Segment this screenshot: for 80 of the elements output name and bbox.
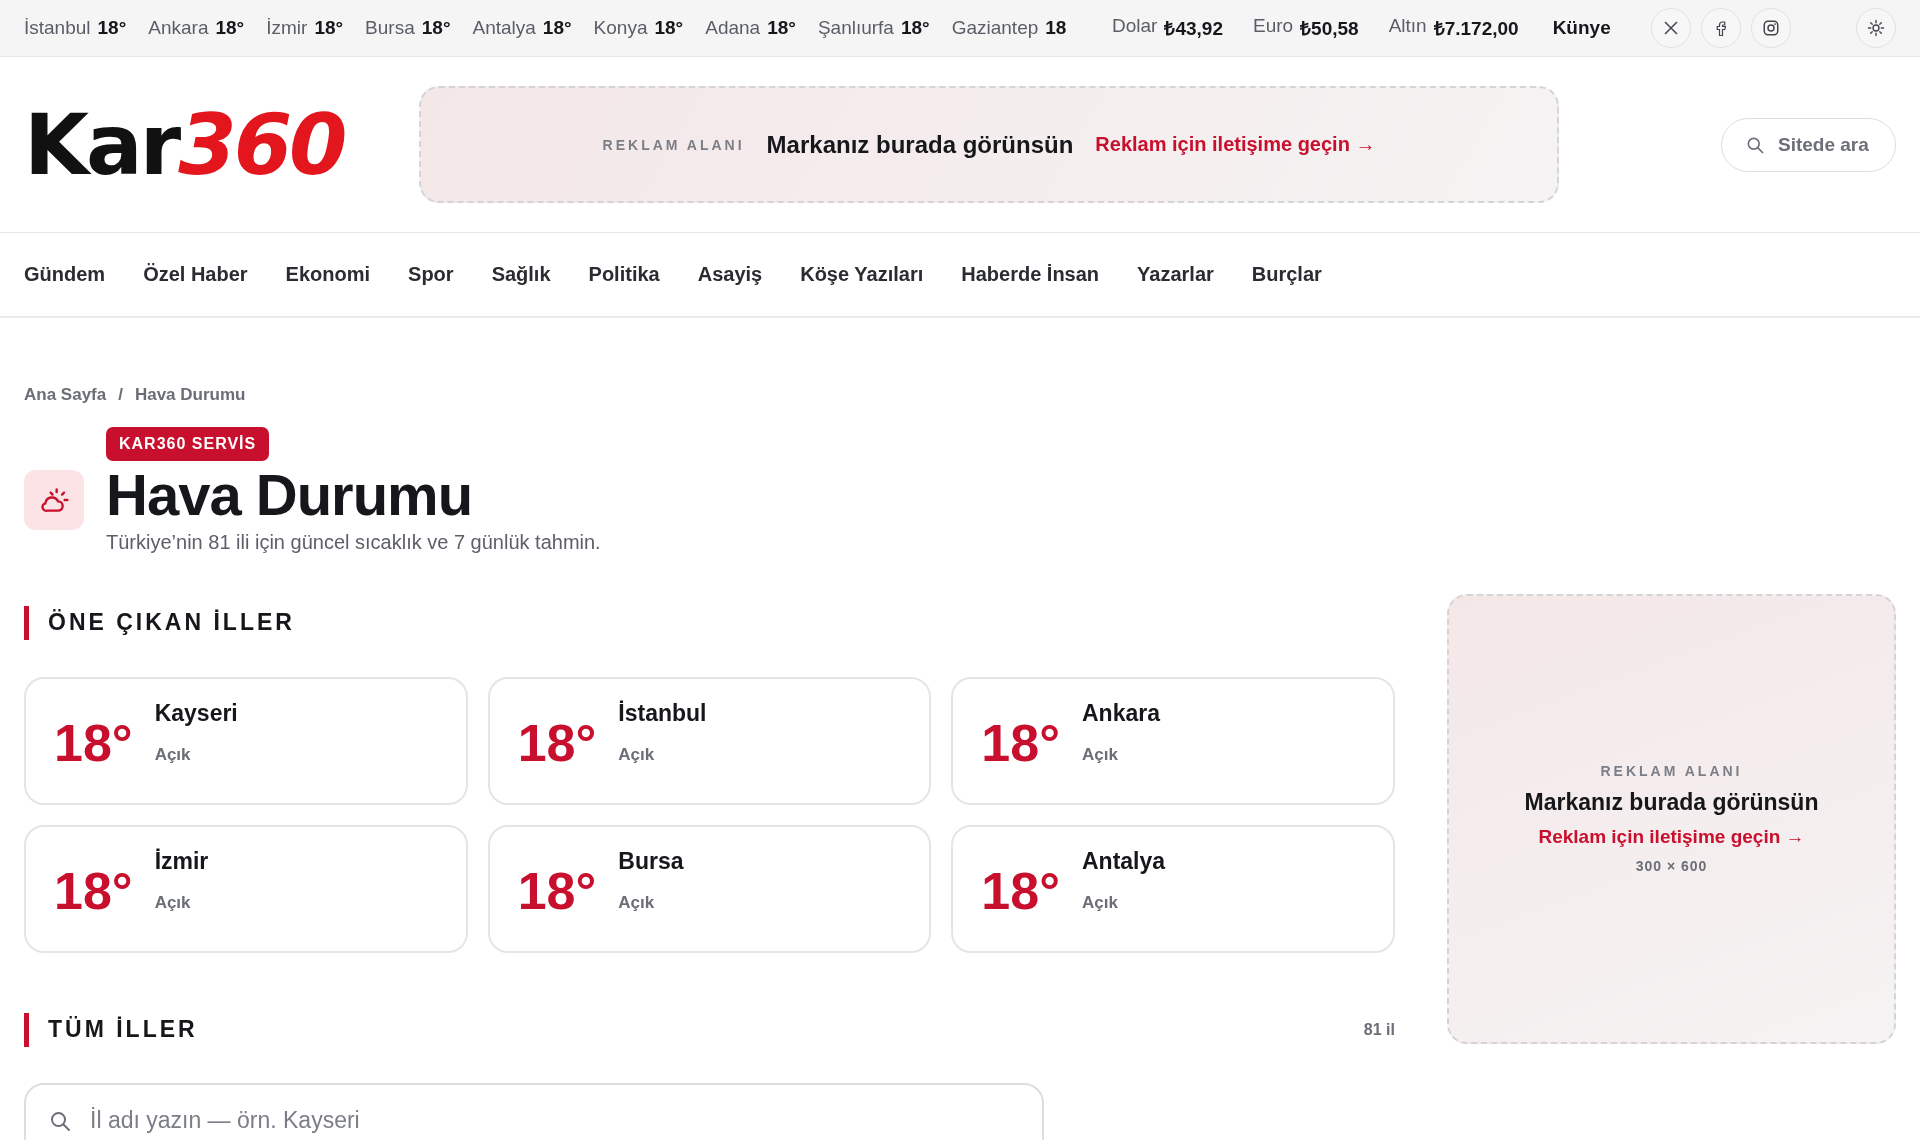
- ad-label: REKLAM ALANI: [602, 136, 745, 153]
- temperature: 18°: [517, 860, 597, 921]
- temperature: 18°: [314, 17, 344, 39]
- city-name: Antalya: [472, 17, 536, 39]
- ad-headline: Markanız burada görünsün: [766, 130, 1074, 159]
- nav-link[interactable]: Sağlık: [491, 263, 551, 286]
- nav-link[interactable]: Gündem: [24, 263, 106, 286]
- nav-link[interactable]: Haberde İnsan: [961, 263, 1100, 286]
- breadcrumb-separator: /: [118, 385, 123, 405]
- theme-toggle-button[interactable]: [1856, 8, 1896, 48]
- ad-headline: Markanız burada görünsün: [1524, 789, 1819, 817]
- ad-contact-link[interactable]: Reklam için iletişime geçin →: [1538, 826, 1805, 849]
- imprint-link[interactable]: Künye: [1552, 17, 1611, 39]
- temperature: 18°: [981, 860, 1060, 921]
- sun-icon: [1867, 19, 1885, 37]
- city-name: Antalya: [1081, 848, 1166, 876]
- instagram-button[interactable]: [1750, 8, 1791, 48]
- temperature: 18°: [542, 17, 572, 39]
- city-name: İzmir: [154, 848, 209, 876]
- currency-name: Altın: [1388, 15, 1427, 38]
- temperature: 18°: [981, 712, 1060, 773]
- city-name: Ankara: [148, 17, 209, 39]
- temperature: 18: [1045, 17, 1067, 39]
- weather-condition: Açık: [1081, 745, 1119, 766]
- weather-condition: Açık: [618, 745, 656, 766]
- city-search-field[interactable]: İl adı yazın — örn. Kayseri: [24, 1082, 1044, 1140]
- currency-name: Dolar: [1112, 15, 1158, 38]
- page-title: Hava Durumu: [106, 463, 473, 527]
- city-name: Adana: [705, 17, 761, 39]
- x-logo-icon: [1661, 19, 1680, 37]
- ad-size: 300 × 600: [1635, 858, 1708, 875]
- temperature: 18°: [517, 712, 597, 773]
- temperature: 18°: [421, 17, 451, 39]
- breadcrumb-link[interactable]: Ana Sayfa: [24, 385, 107, 405]
- city-name: Bursa: [618, 848, 684, 876]
- section-heading: ÖNE ÇIKAN İLLER: [48, 609, 295, 637]
- city-name: İzmir: [266, 17, 308, 39]
- instagram-icon: [1761, 19, 1780, 37]
- breadcrumb-current: Hava Durumu: [134, 385, 246, 405]
- temperature: 18°: [654, 17, 684, 39]
- temperature: 18°: [767, 17, 796, 39]
- nav-link[interactable]: Yazarlar: [1137, 263, 1214, 286]
- city-name: Ankara: [1081, 700, 1160, 728]
- weather-condition: Açık: [618, 893, 656, 914]
- nav-link[interactable]: Ekonomi: [285, 263, 371, 286]
- city-name: Gaziantep: [951, 17, 1039, 39]
- service-badge: KAR360 SERVİS: [106, 427, 270, 461]
- nav-link[interactable]: Özel Haber: [143, 263, 248, 286]
- currency-rate: ₺7.172,00: [1433, 17, 1519, 41]
- nav-link[interactable]: Politika: [588, 263, 660, 286]
- nav-link[interactable]: Asayiş: [697, 263, 763, 286]
- currency-rate: ₺43,92: [1164, 17, 1223, 41]
- currency-name: Euro: [1252, 15, 1294, 38]
- temperature: 18°: [900, 17, 930, 39]
- temperature: 18°: [215, 17, 245, 39]
- city-name: İstanbul: [24, 17, 91, 39]
- section-heading: TÜM İLLER: [48, 1016, 198, 1044]
- city-name: Konya: [593, 17, 648, 39]
- city-name: Kayseri: [154, 700, 238, 728]
- ad-contact-link[interactable]: Reklam için iletişime geçin →: [1095, 133, 1376, 156]
- weather-condition: Açık: [1081, 893, 1119, 914]
- x-button[interactable]: [1650, 8, 1691, 48]
- city-name: Şanlıurfa: [817, 17, 894, 39]
- city-name: Bursa: [365, 17, 415, 39]
- temperature: 18°: [97, 17, 127, 39]
- province-count: 81 il: [1363, 1020, 1395, 1039]
- search-field[interactable]: Sitede ara: [1721, 117, 1896, 172]
- ad-label: REKLAM ALANI: [1600, 763, 1743, 780]
- weather-condition: Açık: [154, 893, 192, 914]
- currency-rate: ₺50,58: [1300, 17, 1359, 41]
- nav-link[interactable]: Köşe Yazıları: [800, 263, 924, 286]
- nav-link[interactable]: Burçlar: [1251, 263, 1322, 286]
- page-subtitle: Türkiye’nin 81 ili için güncel sıcaklık ve 7 günlük tahmin.: [106, 530, 601, 554]
- temperature: 18°: [54, 860, 133, 921]
- nav-link[interactable]: Spor: [408, 263, 454, 286]
- weather-condition: Açık: [154, 745, 192, 766]
- temperature: 18°: [54, 712, 133, 773]
- site-logo[interactable]: Kar360: [24, 102, 419, 187]
- city-name: İstanbul: [618, 700, 707, 728]
- facebook-button[interactable]: [1700, 8, 1741, 48]
